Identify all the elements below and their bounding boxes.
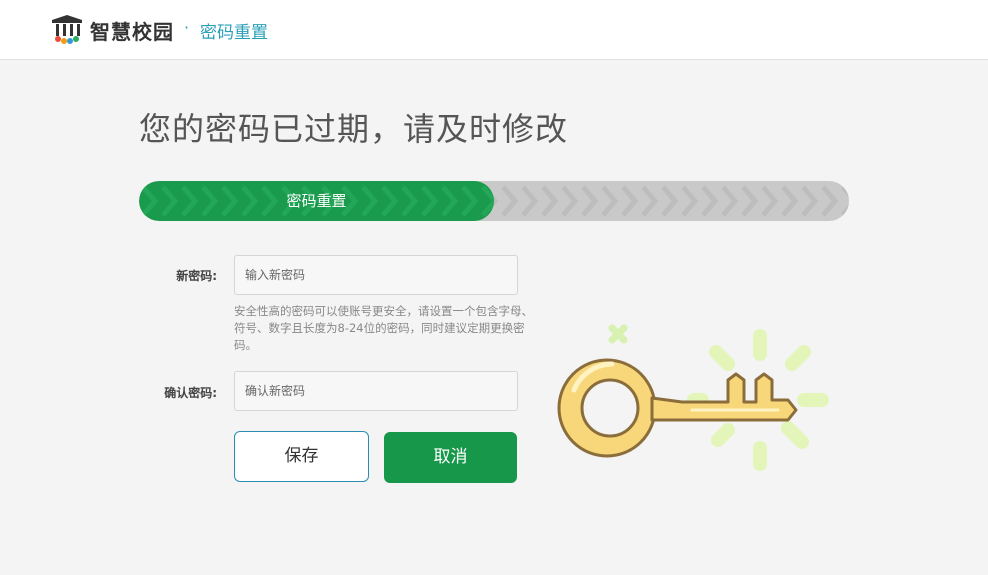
confirm-password-input[interactable] xyxy=(234,371,518,411)
campus-building-icon xyxy=(52,15,82,44)
header-subtitle: 密码重置 xyxy=(200,23,268,43)
key-icon xyxy=(557,324,829,471)
brand-name: 智慧校园 xyxy=(90,20,174,44)
sparkle-icon xyxy=(608,324,628,344)
progress-bar: 密码重置 xyxy=(139,181,849,221)
header-separator: · xyxy=(184,18,190,37)
top-header: 智慧校园 · 密码重置 xyxy=(0,0,988,60)
page-title: 您的密码已过期，请及时修改 xyxy=(139,110,569,148)
confirm-password-label: 确认密码: xyxy=(164,386,217,400)
save-button[interactable]: 保存 xyxy=(234,431,369,482)
new-password-label: 新密码: xyxy=(176,269,217,283)
new-password-input[interactable] xyxy=(234,255,518,295)
progress-fill: 密码重置 xyxy=(139,181,494,221)
cancel-button[interactable]: 取消 xyxy=(384,432,517,483)
password-hint: 安全性高的密码可以使账号更安全，请设置一个包含字母、符号、数字且长度为8-24位… xyxy=(234,304,533,352)
progress-label: 密码重置 xyxy=(286,192,347,210)
